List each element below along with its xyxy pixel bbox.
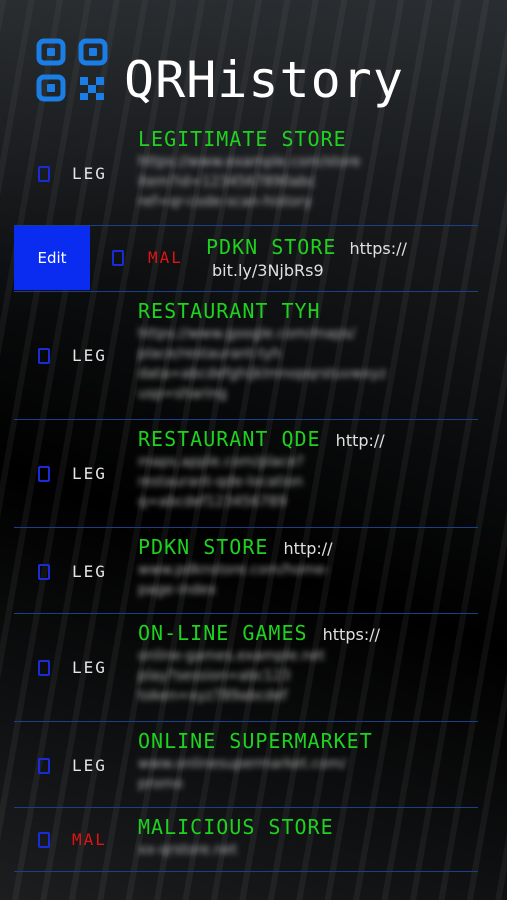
item-url: https:// <box>322 625 380 644</box>
item-url-continued: bit.ly/3NjbRs9 <box>212 261 324 280</box>
item-name: RESTAURANT QDE <box>138 427 321 451</box>
item-url: https:// <box>349 239 407 258</box>
leg-tag: LEG <box>72 756 107 775</box>
item-name: LEGITIMATE STORE <box>138 127 347 151</box>
list-item[interactable]: MAL MALICIOUS STORE xx-qrstore.net <box>14 808 478 872</box>
app-header: QRHistory <box>36 38 476 116</box>
item-name: ON-LINE GAMES <box>138 621 308 645</box>
list-item[interactable]: LEG RESTAURANT TYH https://www.google.co… <box>14 292 478 420</box>
select-checkbox[interactable] <box>38 466 50 482</box>
leg-tag: LEG <box>72 658 107 677</box>
list-item[interactable]: LEG ON-LINE GAMES https:// online-games.… <box>14 614 478 722</box>
blurred-url: xx-qrstore.net <box>138 842 238 858</box>
leg-tag: LEG <box>72 346 107 365</box>
select-checkbox[interactable] <box>38 832 50 848</box>
app-title: QRHistory <box>124 51 404 109</box>
blurred-url: www.pdknstore.com/home-page-index <box>138 562 330 598</box>
select-checkbox[interactable] <box>38 758 50 774</box>
select-checkbox[interactable] <box>38 660 50 676</box>
item-url: http:// <box>335 431 385 450</box>
item-url: http:// <box>283 539 333 558</box>
list-item[interactable]: LEG PDKN STORE http:// www.pdknstore.com… <box>14 528 478 614</box>
blurred-url: maps.apple.com/place? restaurant-qde-loca… <box>138 454 304 510</box>
select-checkbox[interactable] <box>38 348 50 364</box>
qr-code-icon <box>36 38 108 102</box>
blurred-url: online-games.example.net play?session=abc… <box>138 648 325 704</box>
blurred-url: www.onlinesupermarket.com/promo <box>138 756 347 792</box>
blurred-url: https://www.google.com/maps/place/restau… <box>138 326 387 402</box>
list-item[interactable]: LEG RESTAURANT QDE http:// maps.apple.co… <box>14 420 478 528</box>
list-item[interactable]: LEG LEGITIMATE STORE https://www.example… <box>14 120 478 226</box>
item-name: PDKN STORE <box>138 535 269 559</box>
edit-button[interactable]: Edit <box>14 226 90 290</box>
leg-tag: LEG <box>72 562 107 581</box>
leg-tag: LEG <box>72 164 107 183</box>
item-name: MALICIOUS STORE <box>138 815 334 839</box>
leg-tag: LEG <box>72 464 107 483</box>
item-name: RESTAURANT TYH <box>138 299 321 323</box>
select-checkbox[interactable] <box>112 250 124 266</box>
select-checkbox[interactable] <box>38 166 50 182</box>
mal-tag: MAL <box>148 248 183 267</box>
item-name: PDKN STORE <box>206 235 337 259</box>
history-list[interactable]: LEG LEGITIMATE STORE https://www.example… <box>14 120 478 872</box>
blurred-url: https://www.example.com/store item?id=123… <box>138 154 361 210</box>
list-item[interactable]: LEG ONLINE SUPERMARKET www.onlinesuperma… <box>14 722 478 808</box>
list-item-swiped[interactable]: Edit MAL PDKN STORE https:// bit.ly/3Njb… <box>14 226 478 292</box>
item-name: ONLINE SUPERMARKET <box>138 729 373 753</box>
mal-tag: MAL <box>72 830 107 849</box>
select-checkbox[interactable] <box>38 564 50 580</box>
